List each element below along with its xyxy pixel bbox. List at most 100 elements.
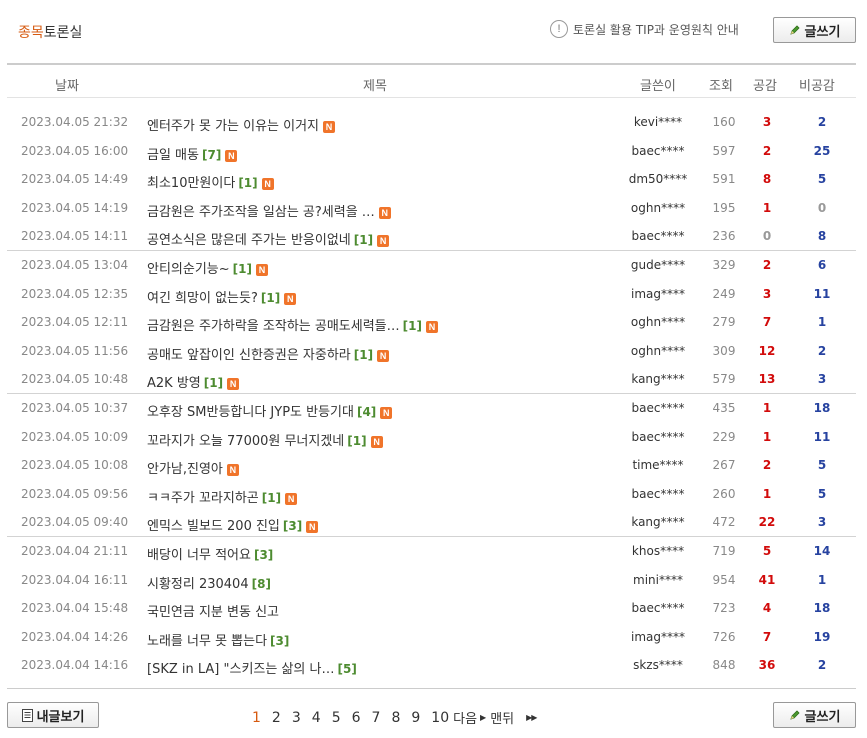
post-author[interactable]: dm50**** xyxy=(603,172,713,186)
write-button-bottom[interactable]: 글쓰기 xyxy=(773,702,856,728)
page-link-1[interactable]: 1 xyxy=(252,710,261,726)
table-row: 2023.04.05 14:49 최소10만원이다 [1] Ndm50**** 591 8… xyxy=(7,165,856,194)
post-author[interactable]: baec**** xyxy=(603,601,713,615)
new-badge-icon: N xyxy=(285,492,298,505)
page-link-4[interactable]: 4 xyxy=(312,710,321,726)
post-author[interactable]: gude**** xyxy=(603,258,713,272)
post-disagree: 5 xyxy=(817,458,827,473)
post-title: 엔터주가 못 가는 이유는 이거지 xyxy=(147,119,320,134)
page-link-2[interactable]: 2 xyxy=(272,710,281,726)
next-page-button[interactable]: 다음 ▶ xyxy=(453,708,490,727)
post-agree: 4 xyxy=(762,601,772,616)
post-title-link[interactable]: 안티의순기능~ [1] N xyxy=(147,258,268,277)
page-link-8[interactable]: 8 xyxy=(391,710,400,726)
post-agree: 0 xyxy=(762,229,772,244)
post-title-link[interactable]: 오후장 SM반등합니다 JYP도 반등기대 [4] N xyxy=(147,401,393,420)
post-author[interactable]: baec**** xyxy=(603,430,713,444)
table-row: 2023.04.04 14:16 [SKZ in LA] "스키즈는 삶의 나…[… xyxy=(7,651,856,680)
post-title-link[interactable]: 금감원은 주가조작을 일삼는 공?세력을 … N xyxy=(147,201,391,220)
post-title: 배당이 너무 적어요 xyxy=(147,547,251,563)
post-author[interactable]: skzs**** xyxy=(603,658,713,672)
post-date: 2023.04.05 10:37 xyxy=(21,400,129,415)
post-title-link[interactable]: 금일 매동 [7] N xyxy=(147,144,238,163)
post-title-link[interactable]: 꼬라지가 오늘 77000원 무너지겠네 [1] N xyxy=(147,430,383,449)
post-author[interactable]: kang**** xyxy=(603,372,713,386)
post-title-link[interactable]: 최소10만원이다 [1] N xyxy=(147,172,274,191)
table-row: 2023.04.05 09:56 ㅋㅋ주가 꼬라지하곤 [1] Nbaec**** 26… xyxy=(7,480,856,509)
post-author[interactable]: khos**** xyxy=(603,544,713,558)
tip-link[interactable]: ! 토론실 활용 TIP과 운영원칙 안내 xyxy=(550,20,739,38)
post-disagree: 2 xyxy=(817,115,827,129)
post-author[interactable]: baec**** xyxy=(603,229,713,243)
post-title: 오후장 SM반등합니다 JYP도 반등기대 xyxy=(147,404,354,420)
post-author[interactable]: oghn**** xyxy=(603,201,713,215)
post-title-link[interactable]: 엔믹스 빌보드 200 진입 [3] N xyxy=(147,515,319,534)
post-views: 954 xyxy=(712,572,736,587)
comment-count: [4] xyxy=(356,404,377,419)
post-views: 329 xyxy=(712,257,736,272)
page-link-10[interactable]: 10 xyxy=(431,710,449,726)
post-agree: 8 xyxy=(762,172,772,187)
info-icon: ! xyxy=(550,20,568,38)
post-title-link[interactable]: 공매도 앞잡이인 신한증권은 자중하라 [1] N xyxy=(147,344,390,363)
write-button-top[interactable]: 글쓰기 xyxy=(773,17,856,43)
page-link-3[interactable]: 3 xyxy=(292,710,301,726)
post-author[interactable]: baec**** xyxy=(603,401,713,415)
post-author[interactable]: imag**** xyxy=(603,287,713,301)
new-badge-icon: N xyxy=(377,235,390,248)
post-views: 229 xyxy=(712,429,736,444)
table-row: 2023.04.05 12:11 금감원은 주가하락을 조작하는 공매도세력들…[… xyxy=(7,308,856,337)
post-author[interactable]: imag**** xyxy=(603,630,713,644)
post-disagree: 11 xyxy=(813,286,831,301)
post-title-link[interactable]: 안가남,진영아 N xyxy=(147,458,239,477)
post-title-link[interactable]: 금감원은 주가하락을 조작하는 공매도세력들… [1] N xyxy=(147,315,438,334)
comment-count: [1] xyxy=(353,233,374,248)
post-author[interactable]: oghn**** xyxy=(603,315,713,329)
post-agree: 7 xyxy=(762,629,772,644)
my-posts-button[interactable]: 내글보기 xyxy=(7,702,99,728)
write-button-label: 글쓰기 xyxy=(804,709,841,725)
post-agree: 12 xyxy=(758,343,776,358)
post-author[interactable]: baec**** xyxy=(603,144,713,158)
post-title: 국민연금 지분 변동 신고 xyxy=(147,605,279,621)
page-link-6[interactable]: 6 xyxy=(352,710,361,726)
post-title-link[interactable]: [SKZ in LA] "스키즈는 삶의 나… [5] xyxy=(147,658,357,677)
comment-count: [7] xyxy=(201,147,222,162)
post-title: 최소10만원이다 xyxy=(147,176,236,192)
post-title-link[interactable]: 여긴 희망이 없는듯? [1] N xyxy=(147,287,297,306)
post-author[interactable]: time**** xyxy=(603,458,713,472)
col-agree: 공감 xyxy=(753,79,777,94)
table-row: 2023.04.05 10:08 안가남,진영아 Ntime**** 267 2 5 xyxy=(7,451,856,480)
last-page-button[interactable]: 맨뒤 ▶▶ xyxy=(490,708,537,727)
post-title-link[interactable]: ㅋㅋ주가 꼬라지하곤 [1] N xyxy=(147,487,298,506)
page-link-7[interactable]: 7 xyxy=(372,710,381,726)
post-date: 2023.04.04 15:48 xyxy=(21,601,129,616)
post-title-link[interactable]: 시황정리 230404 [8] xyxy=(147,573,271,592)
post-title-link[interactable]: 국민연금 지분 변동 신고 xyxy=(147,601,279,620)
page-link-9[interactable]: 9 xyxy=(411,710,420,726)
post-disagree: 1 xyxy=(817,315,827,330)
post-author[interactable]: baec**** xyxy=(603,487,713,501)
comment-count: [3] xyxy=(270,633,290,648)
comment-count: [1] xyxy=(261,490,282,505)
post-author[interactable]: mini**** xyxy=(603,573,713,587)
table-row: 2023.04.04 16:11 시황정리 230404 [8] mini**** 95… xyxy=(7,566,856,595)
table-row: 2023.04.05 12:35 여긴 희망이 없는듯? [1] Nimag**** 2… xyxy=(7,280,856,309)
post-date: 2023.04.05 14:11 xyxy=(21,229,129,244)
post-title-link[interactable]: 배당이 너무 적어요 [3] xyxy=(147,544,273,563)
post-author[interactable]: kang**** xyxy=(603,515,713,529)
post-title-link[interactable]: 엔터주가 못 가는 이유는 이거지 N xyxy=(147,115,336,134)
post-title-link[interactable]: A2K 방영 [1] N xyxy=(147,372,240,391)
post-author[interactable]: oghn**** xyxy=(603,344,713,358)
post-disagree: 3 xyxy=(817,372,827,387)
table-row: 2023.04.05 10:48 A2K 방영 [1] Nkang**** 579 13 3 xyxy=(7,365,856,394)
post-author[interactable]: kevi**** xyxy=(603,115,713,129)
table-row: 2023.04.04 21:11 배당이 너무 적어요 [3] khos**** 719… xyxy=(7,537,856,566)
post-title-link[interactable]: 공연소식은 많은데 주가는 반응이없네 [1] N xyxy=(147,229,390,248)
col-views: 조회 xyxy=(709,79,733,94)
post-disagree: 25 xyxy=(813,143,831,158)
new-badge-icon: N xyxy=(378,206,391,219)
page-link-5[interactable]: 5 xyxy=(332,710,341,726)
post-agree: 2 xyxy=(762,143,772,158)
post-title-link[interactable]: 노래를 너무 못 뽑는다 [3] xyxy=(147,630,289,649)
